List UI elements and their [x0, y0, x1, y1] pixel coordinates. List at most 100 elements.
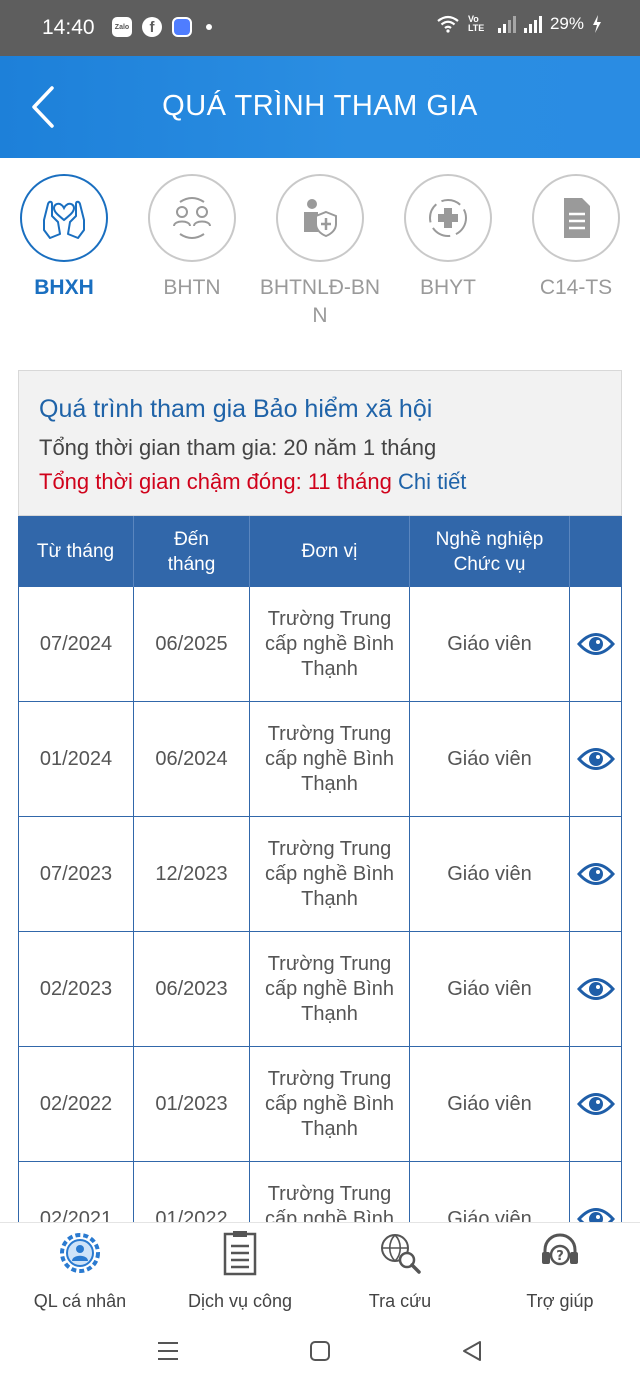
wifi-icon [437, 15, 459, 33]
tab-label: BHTNLĐ-BNN [259, 276, 381, 327]
summary-title: Quá trình tham gia Bảo hiểm xã hội [39, 395, 433, 423]
view-detail-button[interactable] [570, 1162, 622, 1222]
tab-label: BHYT [419, 276, 476, 299]
page-title: QUÁ TRÌNH THAM GIA [162, 90, 478, 122]
system-back-button[interactable] [452, 1334, 492, 1368]
nav-lookup[interactable]: Tra cứu [320, 1229, 480, 1312]
tab-c14-ts[interactable]: C14-TS [516, 174, 636, 302]
system-indicators: Vo LTE 29% [436, 14, 602, 34]
view-detail-button[interactable] [570, 932, 622, 1046]
headset-help-icon: ? [542, 1233, 578, 1266]
square-home-icon [310, 1341, 330, 1361]
notification-icons: Zalo f [112, 17, 212, 37]
header-action [570, 516, 622, 587]
cell-from: 02/2023 [18, 932, 134, 1046]
eye-icon [576, 1093, 615, 1115]
cell-job: Giáo viên [410, 1047, 570, 1161]
tab-bhxh[interactable]: BHXH [4, 174, 124, 302]
cell-unit: Trường Trung cấp nghề Bình Thạnh [250, 587, 410, 701]
eye-icon [576, 1208, 615, 1222]
facebook-icon: f [142, 17, 162, 37]
cell-from: 07/2024 [18, 587, 134, 701]
nav-personal[interactable]: QL cá nhân [0, 1229, 160, 1312]
more-notifications-icon [206, 24, 212, 30]
hands-heart-icon [43, 200, 85, 239]
header-to: Đến tháng [134, 516, 250, 587]
medical-cross-icon [429, 199, 467, 237]
view-detail-button[interactable] [570, 817, 622, 931]
globe-search-icon [381, 1234, 421, 1274]
messenger-icon [172, 17, 192, 37]
nav-label: Trợ giúp [526, 1291, 594, 1311]
eye-icon [576, 863, 615, 885]
cell-job: Giáo viên [410, 932, 570, 1046]
nav-label: QL cá nhân [33, 1291, 127, 1311]
volte-icon: Vo LTE [467, 14, 485, 33]
battery-percent: 29% [549, 14, 584, 33]
cell-from: 01/2024 [18, 702, 134, 816]
tab-label: BHXH [34, 276, 94, 299]
table-body: 07/2024 06/2025 Trường Trung cấp nghề Bình… [18, 587, 622, 1222]
nav-label: Dịch vụ công [187, 1291, 293, 1311]
recent-apps-button[interactable] [148, 1334, 188, 1368]
table-row: 02/2022 01/2023 Trường Trung cấp nghề Bình… [18, 1047, 622, 1162]
cell-unit: Trường Trung cấp nghề Bình Thạnh [250, 932, 410, 1046]
menu-lines-icon [158, 1342, 178, 1360]
tab-bhyt[interactable]: BHYT [388, 174, 508, 302]
cell-to: 12/2023 [134, 817, 250, 931]
system-navigation-bar [0, 1320, 640, 1386]
table-row: 07/2023 12/2023 Trường Trung cấp nghề Bình… [18, 817, 622, 932]
tab-label: C14-TS [539, 276, 613, 299]
view-detail-button[interactable] [570, 702, 622, 816]
personal-gear-icon [60, 1233, 100, 1273]
cell-to: 06/2023 [134, 932, 250, 1046]
cell-unit: Trường Trung cấp nghề Bình Thạnh [250, 1162, 410, 1222]
bottom-navigation: QL cá nhân Dịch vụ công Tra cứu ? Trợ gi… [0, 1222, 640, 1320]
tab-bhtnld-bnn[interactable]: BHTNLĐ-BNN [260, 174, 380, 330]
home-button[interactable] [300, 1334, 340, 1368]
cell-to: 06/2025 [134, 587, 250, 701]
status-bar: 14:40 Zalo f Vo LTE 29% [0, 0, 640, 56]
insurance-type-tabs: BHXH BHTN BHTNLĐ-BNN BHYT C14-TS [0, 158, 640, 358]
cell-unit: Trường Trung cấp nghề Bình Thạnh [250, 817, 410, 931]
cell-unit: Trường Trung cấp nghề Bình Thạnh [250, 702, 410, 816]
table-header: Từ tháng Đến tháng Đơn vị Nghề nghiệp Ch… [18, 516, 622, 587]
triangle-back-icon [463, 1341, 481, 1361]
detail-link[interactable]: Chi tiết [398, 469, 466, 494]
table-row: 02/2023 06/2023 Trường Trung cấp nghề Bình… [18, 932, 622, 1047]
table-row: 02/2021 01/2022 Trường Trung cấp nghề Bình… [18, 1162, 622, 1222]
view-detail-button[interactable] [570, 1047, 622, 1161]
clipboard-list-icon [223, 1231, 257, 1276]
late-duration: Tổng thời gian chậm đóng: 11 tháng [39, 469, 392, 494]
tab-label: BHTN [163, 276, 221, 299]
cell-job: Giáo viên [410, 1162, 570, 1222]
nav-help[interactable]: ? Trợ giúp [480, 1229, 640, 1312]
late-payment-line: Tổng thời gian chậm đóng: 11 tháng Chi t… [39, 469, 466, 495]
eye-icon [576, 633, 615, 655]
cell-job: Giáo viên [410, 587, 570, 701]
signal-icon-2 [523, 15, 542, 33]
total-duration: Tổng thời gian tham gia: 20 năm 1 tháng [39, 435, 437, 460]
view-detail-button[interactable] [570, 587, 622, 701]
table-row: 01/2024 06/2024 Trường Trung cấp nghề Bình… [18, 702, 622, 817]
header-unit: Đơn vị [250, 516, 410, 587]
signal-icon-1 [497, 15, 516, 33]
tab-bhtn[interactable]: BHTN [132, 174, 252, 302]
table-row: 07/2024 06/2025 Trường Trung cấp nghề Bình… [18, 587, 622, 702]
header-from: Từ tháng [18, 516, 134, 587]
people-exchange-icon [173, 197, 211, 239]
svg-text:?: ? [556, 1249, 564, 1264]
cell-from: 07/2023 [18, 817, 134, 931]
cell-from: 02/2022 [18, 1047, 134, 1161]
eye-icon [576, 978, 615, 1000]
participation-table: Từ tháng Đến tháng Đơn vị Nghề nghiệp Ch… [18, 516, 622, 1222]
cell-to: 01/2022 [134, 1162, 250, 1222]
header-job: Nghề nghiệp Chức vụ [410, 516, 570, 587]
cell-unit: Trường Trung cấp nghề Bình Thạnh [250, 1047, 410, 1161]
cell-to: 01/2023 [134, 1047, 250, 1161]
nav-public-service[interactable]: Dịch vụ công [160, 1229, 320, 1312]
eye-icon [576, 748, 615, 770]
cell-to: 06/2024 [134, 702, 250, 816]
document-icon [564, 198, 590, 238]
app-header: QUÁ TRÌNH THAM GIA [0, 56, 640, 158]
